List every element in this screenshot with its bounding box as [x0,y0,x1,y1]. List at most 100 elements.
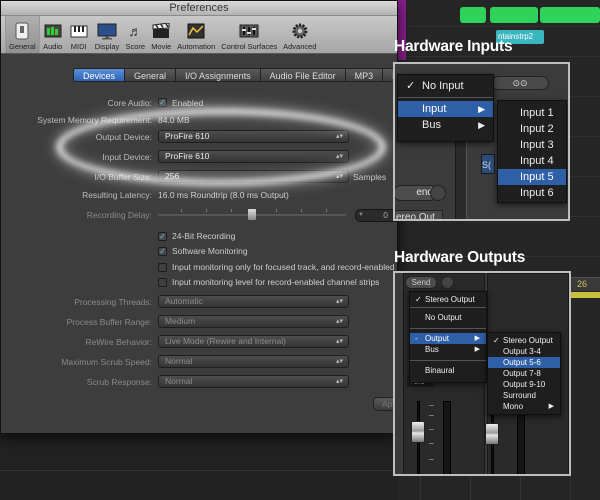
menu-item-bus[interactable]: Bus ▶ [398,117,493,133]
io-buffer-label: I/O Buffer Size: [94,172,152,182]
processing-threads-select[interactable]: Automatic ▴▾ [158,295,349,308]
core-audio-label: Core Audio: [107,98,152,108]
link-icon[interactable]: ⊙⊙ [491,76,549,90]
fader-knob[interactable] [485,423,499,445]
toolbar-audio[interactable]: Audio [40,16,66,53]
toolbar-movie[interactable]: Movie [148,16,174,53]
submenu-arrow-icon: ▶ [478,104,485,114]
input-device-label: Input Device: [102,152,152,162]
level-meter [443,401,451,474]
toolbar-control-surfaces[interactable]: Control Surfaces [218,16,280,53]
menu-item-mono[interactable]: Mono ▶ [488,401,560,412]
submenu-arrow-icon: ▶ [474,346,480,353]
slider-knob[interactable] [248,209,256,220]
menu-item-surround[interactable]: Surround [488,390,560,401]
menu-item-no-output[interactable]: No Output [410,312,486,323]
hardware-outputs-panel: Send +0.3 ✓Stereo Output No Output -Outp… [393,271,571,476]
submenu-arrow-icon: ▶ [548,403,554,410]
toolbar-score[interactable]: ♬ Score [122,16,148,53]
system-memory-label: System Memory Requirement: [37,115,152,125]
input-slot-partial[interactable]: S( [481,154,495,174]
hardware-outputs-title: Hardware Outputs [394,249,526,266]
rewire-select[interactable]: Live Mode (Rewire and Internal) ▴▾ [158,335,349,348]
control-surfaces-icon [239,21,259,41]
menu-item-sub-stereo-output[interactable]: ✓ Stereo Output [488,335,560,346]
menu-item-binaural[interactable]: Binaural [410,365,486,376]
advanced-gear-icon [290,21,310,41]
process-buffer-select[interactable]: Medium ▴▾ [158,315,349,328]
updown-arrows-icon: ▴▾ [335,298,343,305]
toolbar-automation[interactable]: Automation [174,16,218,53]
menu-item-input-1[interactable]: Input 1 [498,105,566,121]
tab-mp3[interactable]: MP3 [345,68,384,82]
toolbar-midi[interactable]: MIDI [66,16,92,53]
updown-arrows-icon: ▴▾ [335,133,343,140]
window-title: Preferences [1,1,397,16]
menu-item-stereo-output[interactable]: ✓ Stereo Output [410,294,486,305]
fader-knob[interactable] [411,421,425,443]
menu-item-no-input[interactable]: ✓ No Input [398,78,493,94]
preferences-tabs: Devices General I/O Assignments Audio Fi… [73,68,397,82]
output-menu: ✓ Stereo Output No Output - Output ▶ Bus ▶ B… [409,291,487,383]
24bit-checkbox[interactable]: ✓ [158,232,167,241]
input-submenu: Input 1 Input 2 Input 3 Input 4 Input 5 … [497,100,567,203]
toolbar-general[interactable]: General [5,16,40,53]
core-audio-enabled-label: Enabled [172,98,204,108]
menu-item-output-9-10[interactable]: Output 9-10 [488,379,560,390]
tab-general[interactable]: General [125,68,177,82]
menu-item-output-7-8[interactable]: Output 7-8 [488,368,560,379]
input-monitoring-level-checkbox[interactable] [158,278,167,287]
updown-arrows-icon: ▴▾ [335,318,343,325]
system-memory-value: 84.0 MB [158,115,190,125]
updown-arrows-icon: ▴▾ [335,153,343,160]
toolbar-display[interactable]: Display [92,16,123,53]
region-clip[interactable] [490,7,538,23]
menu-item-input-5[interactable]: Input 5 [498,169,566,185]
send-knob[interactable] [430,185,446,201]
midi-keyboard-icon [69,21,89,41]
input-monitoring-focused-checkbox[interactable] [158,263,167,272]
updown-arrows-icon: ▴▾ [335,358,343,365]
input-device-select[interactable]: ProFire 610 ▴▾ [158,150,349,163]
io-buffer-select[interactable]: 256 ▴▾ [158,170,349,183]
send-knob[interactable] [441,276,454,289]
menu-item-output-3-4[interactable]: Output 3-4 [488,346,560,357]
menu-item-output[interactable]: - Output ▶ [410,333,486,344]
menu-item-input-6[interactable]: Input 6 [498,185,566,201]
software-monitoring-checkbox[interactable]: ✓ [158,247,167,256]
tab-devices[interactable]: Devices [73,68,126,82]
latency-label: Resulting Latency: [82,190,152,200]
region-clip[interactable] [540,7,600,23]
output-slot-partial[interactable]: ereo Out [395,210,443,219]
menu-item-output-5-6[interactable]: Output 5-6 [488,357,560,368]
menu-item-bus[interactable]: Bus ▶ [410,344,486,355]
input-monitoring-level-label: Input monitoring level for record-enable… [172,277,380,287]
updown-arrows-icon: ▴▾ [335,173,343,180]
hardware-inputs-title: Hardware Inputs [394,38,513,55]
score-icon: ♬ [128,23,143,39]
24bit-label: 24-Bit Recording [172,231,236,241]
updown-arrows-icon: ▴▾ [335,338,343,345]
bar-number: 26 [577,279,588,289]
automation-icon [186,21,206,41]
toolbar-advanced[interactable]: Advanced [280,16,319,53]
menu-item-input-4[interactable]: Input 4 [498,153,566,169]
display-icon [97,21,117,41]
max-scrub-select[interactable]: Normal ▴▾ [158,355,349,368]
submenu-arrow-icon: ▶ [474,335,480,342]
recording-delay-label: Recording Delay: [86,210,152,220]
tab-io-assignments[interactable]: I/O Assignments [176,68,261,82]
send-button[interactable]: Send [405,276,437,289]
output-device-select[interactable]: ProFire 610 ▴▾ [158,130,349,143]
core-audio-checkbox[interactable]: ✓ [158,98,167,107]
scrub-response-select[interactable]: Normal ▴▾ [158,375,349,388]
menu-item-input-2[interactable]: Input 2 [498,121,566,137]
switch-icon [12,21,32,41]
tab-audio-file-editor[interactable]: Audio File Editor [260,68,346,82]
menu-item-input-3[interactable]: Input 3 [498,137,566,153]
menu-item-input[interactable]: Input ▶ [398,101,493,117]
software-monitoring-label: Software Monitoring [172,246,248,256]
max-scrub-label: Maximum Scrub Speed: [61,357,152,367]
region-clip[interactable] [460,7,486,23]
output-device-label: Output Device: [95,132,152,142]
